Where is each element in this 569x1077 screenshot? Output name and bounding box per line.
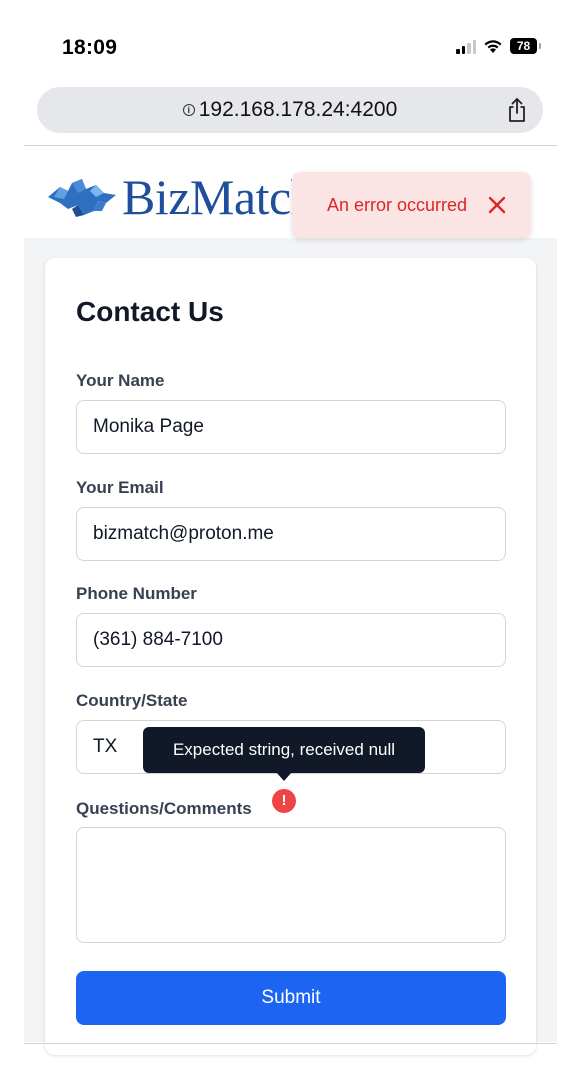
page-title: Contact Us [76, 296, 224, 327]
comments-field[interactable] [76, 827, 506, 943]
bottom-divider [24, 1043, 557, 1044]
email-label: Your Email [76, 478, 164, 497]
signal-icon [456, 38, 476, 54]
url-text: 192.168.178.24:4200 [198, 98, 398, 121]
url-display[interactable]: i 192.168.178.24:4200 [37, 98, 543, 122]
comments-label: Questions/Comments [76, 799, 252, 818]
logo[interactable]: BizMatch [46, 168, 316, 226]
share-icon[interactable] [507, 97, 527, 128]
toast-message: An error occurred [327, 194, 468, 215]
name-field[interactable] [76, 400, 506, 454]
tooltip-arrow [276, 772, 292, 781]
error-toast: An error occurred [292, 172, 531, 238]
close-icon[interactable] [487, 195, 507, 215]
puzzle-icon [48, 179, 116, 217]
status-time: 18:09 [62, 36, 118, 59]
status-bar: 18:09 78 [0, 0, 569, 80]
battery-icon: 78 [510, 38, 541, 54]
phone-label: Phone Number [76, 584, 197, 603]
name-label: Your Name [76, 371, 165, 390]
info-icon: i [182, 104, 195, 116]
phone-field[interactable] [76, 613, 506, 667]
status-icons: 78 [456, 38, 541, 54]
submit-button[interactable]: Submit [76, 971, 506, 1025]
logo-text: BizMatch [122, 169, 316, 225]
url-bar[interactable]: i 192.168.178.24:4200 [37, 87, 543, 133]
email-field[interactable] [76, 507, 506, 561]
wifi-icon [483, 39, 503, 54]
state-label: Country/State [76, 691, 188, 710]
error-tooltip: Expected string, received null [143, 727, 425, 773]
error-icon[interactable]: ! [272, 789, 296, 813]
